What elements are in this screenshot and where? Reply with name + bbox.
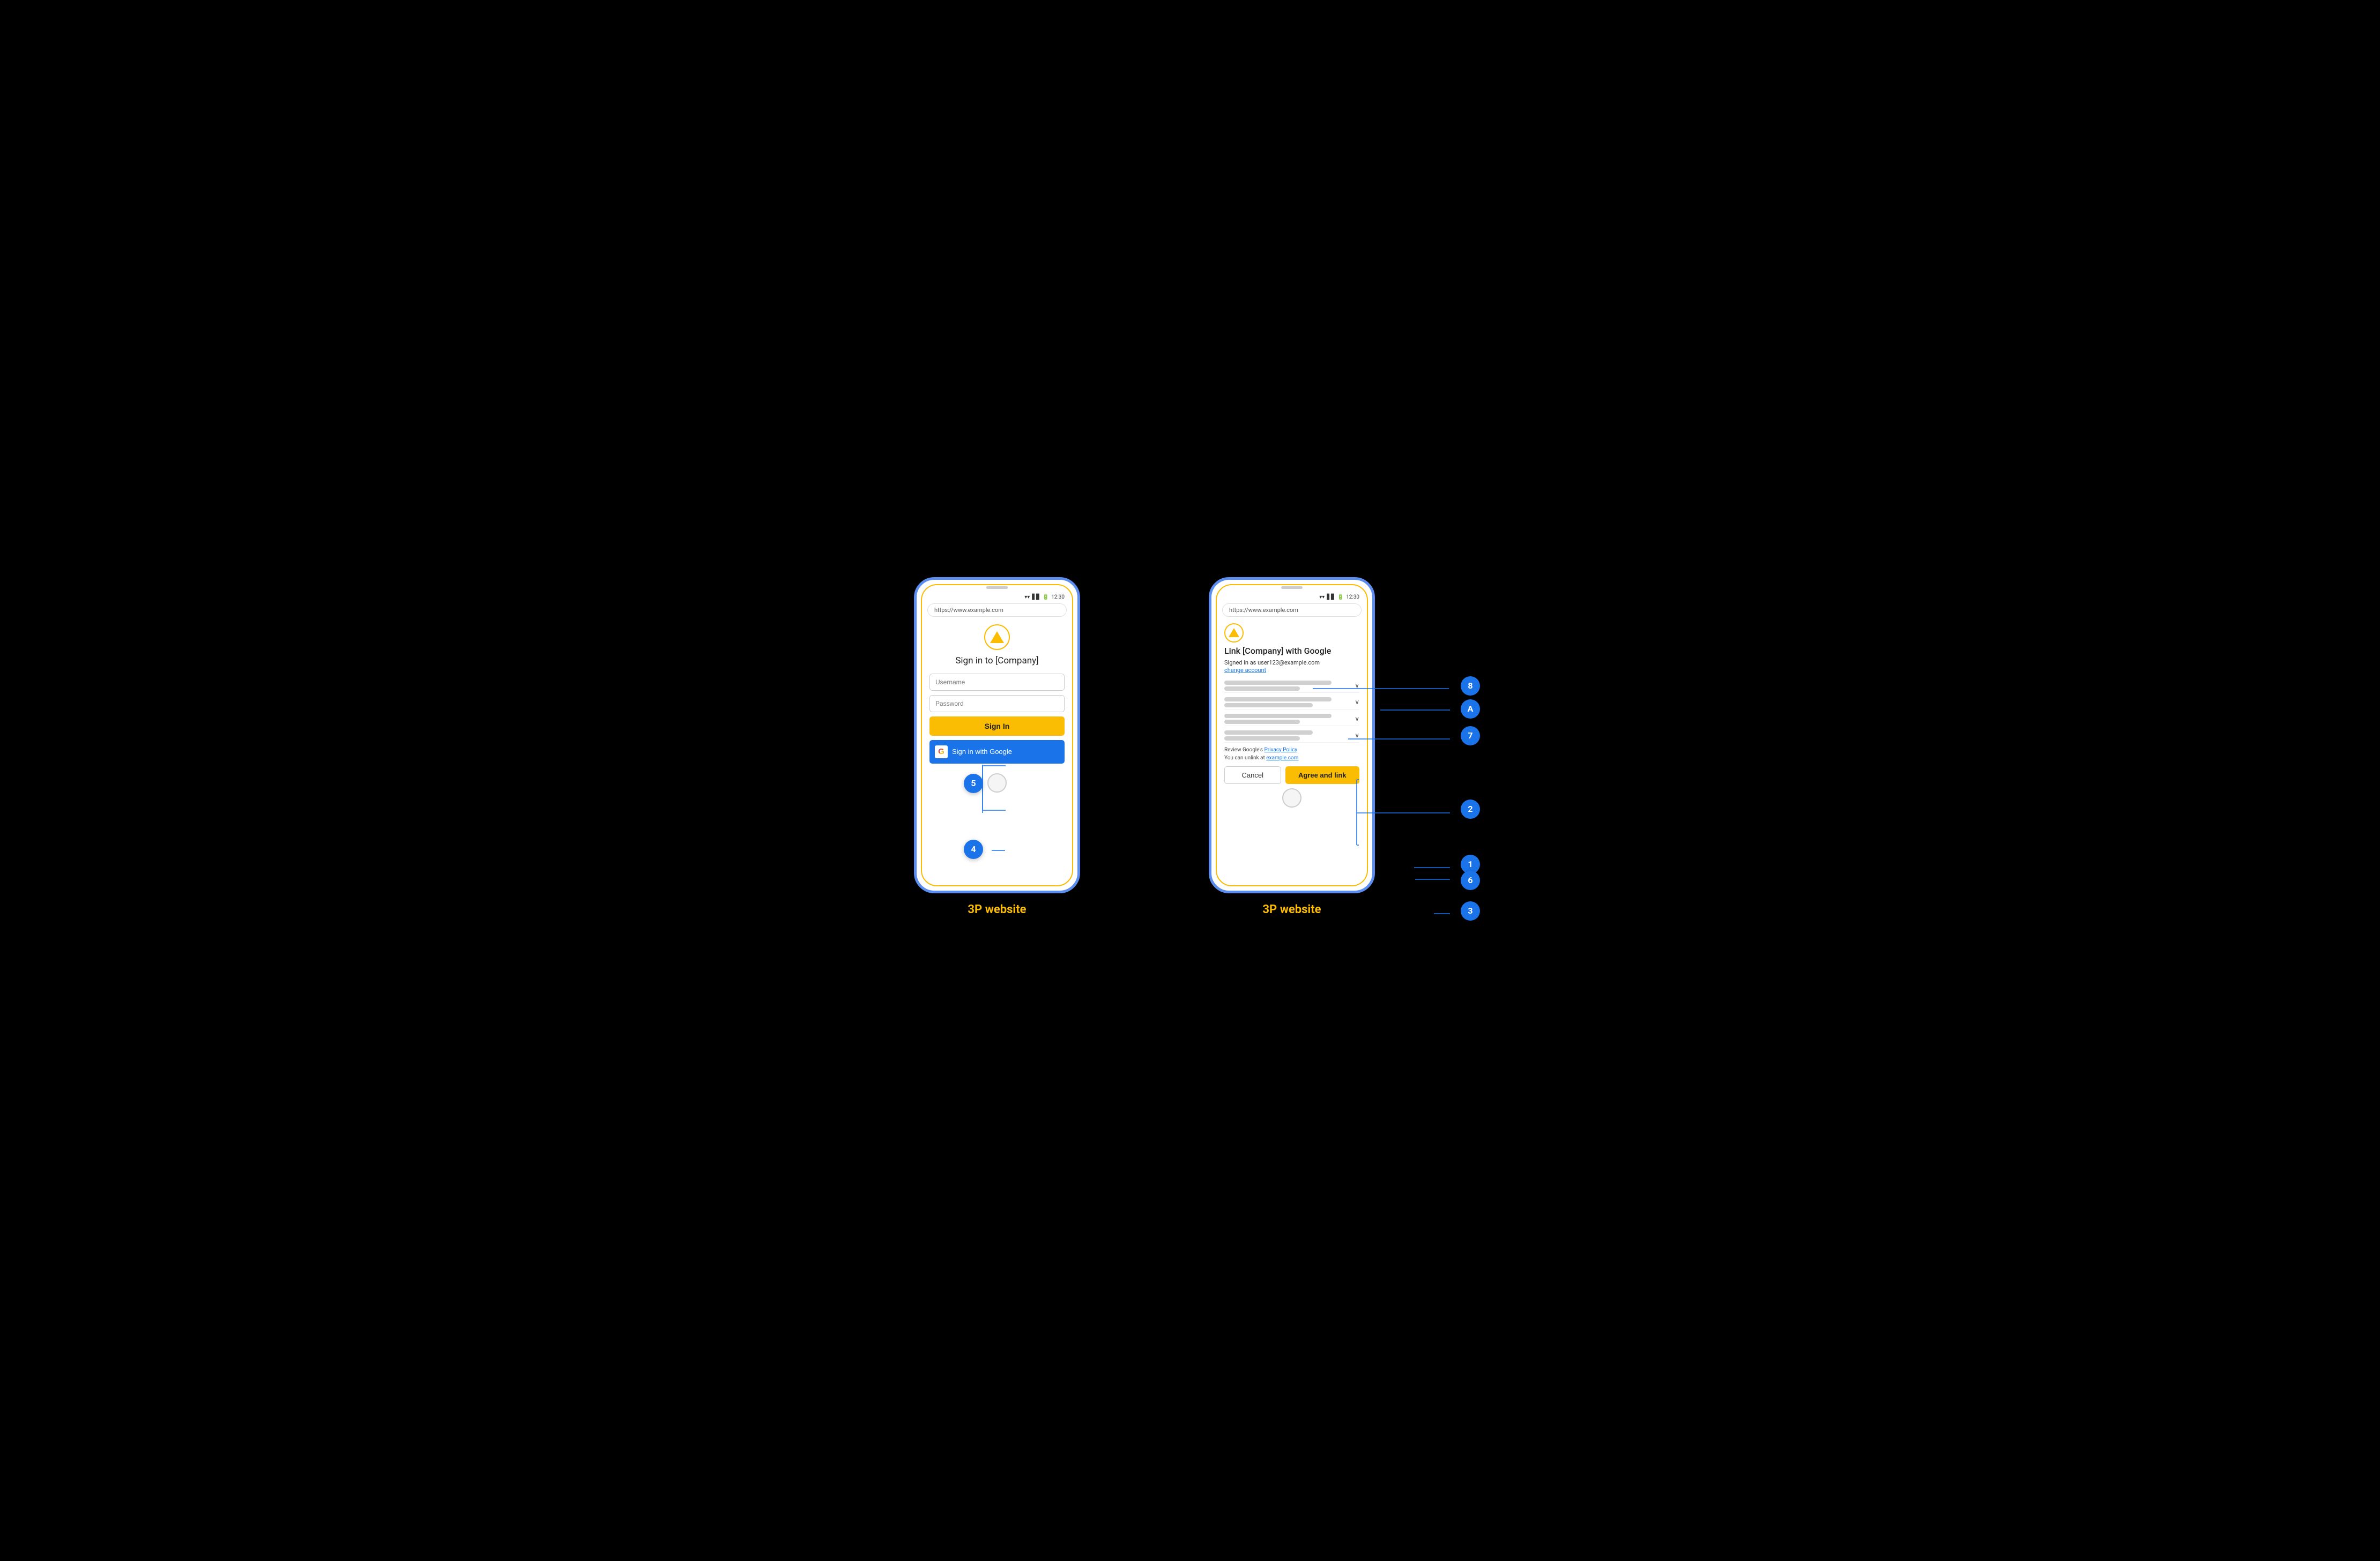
home-button-2[interactable]	[1282, 788, 1301, 808]
badge-4-label: 4	[971, 844, 976, 854]
username-field[interactable]	[929, 674, 1065, 691]
google-icon-bg: G	[935, 745, 948, 758]
review-text: Review Google's	[1224, 747, 1264, 753]
wifi-icon: ▾▾	[1024, 594, 1030, 600]
phone1-address-bar[interactable]: https://www.example.com	[927, 603, 1067, 617]
home-button-1[interactable]	[987, 773, 1007, 793]
phone2-home-wrap	[1217, 784, 1367, 808]
phone2-inner: ▾▾ ▋▊ 🔋 12:30 https://www.example.com	[1216, 584, 1368, 886]
signed-in-text: Signed in as user123@example.com	[1224, 659, 1359, 666]
unlink-link[interactable]: example.com	[1266, 755, 1298, 761]
battery-icon: 🔋	[1043, 594, 1049, 600]
battery-icon-2: 🔋	[1337, 594, 1344, 600]
perm-row-3: ∨	[1224, 712, 1359, 726]
phone1-home-wrap	[922, 764, 1072, 793]
perm-lines-4	[1224, 730, 1350, 741]
link-title-row	[1224, 623, 1359, 643]
time-display: 12:30	[1051, 594, 1065, 600]
chevron-icon-2[interactable]: ∨	[1355, 698, 1359, 706]
policy-row: Review Google's Privacy Policy You can u…	[1224, 746, 1359, 762]
chevron-icon-3[interactable]: ∨	[1355, 715, 1359, 722]
phone1-notch	[922, 585, 1072, 591]
phone1-page-title: Sign in to [Company]	[955, 655, 1038, 666]
badge-A: A	[1461, 699, 1480, 719]
phone1-status-bar: ▾▾ ▋▊ 🔋 12:30	[922, 591, 1072, 601]
perm-line	[1224, 703, 1313, 707]
notch2	[1281, 586, 1303, 589]
badge-5-label: 5	[971, 778, 976, 788]
badge-7-label: 7	[1468, 730, 1472, 741]
signin-button[interactable]: Sign In	[929, 716, 1065, 736]
perm-row-2: ∨	[1224, 696, 1359, 709]
perm-line	[1224, 720, 1300, 724]
phone1-content: Sign in to [Company] Sign In G Sign in w…	[922, 620, 1072, 764]
badge-A-label: A	[1468, 704, 1474, 714]
time-display-2: 12:30	[1346, 594, 1359, 600]
triangle-icon-2	[1229, 628, 1239, 637]
chevron-icon-1[interactable]: ∨	[1355, 682, 1359, 689]
unlink-text: You can unlink at	[1224, 755, 1266, 761]
phone2-link-content: Link [Company] with Google Signed in as …	[1217, 620, 1367, 784]
badge-3-label: 3	[1468, 906, 1472, 916]
google-button-label: Sign in with Google	[952, 748, 1012, 756]
badge-3: 3	[1461, 901, 1480, 921]
permissions-list: ∨ ∨	[1224, 679, 1359, 743]
agree-button[interactable]: Agree and link	[1285, 766, 1360, 784]
phone2-label: 3P website	[1262, 903, 1321, 916]
perm-lines-1	[1224, 681, 1350, 691]
phone1-label: 3P website	[968, 903, 1026, 916]
diagram-container: ▾▾ ▋▊ 🔋 12:30 https://www.example.com Si…	[892, 577, 1488, 984]
google-signin-button[interactable]: G Sign in with Google	[929, 740, 1065, 764]
badge-8: 8	[1461, 676, 1480, 696]
perm-line	[1224, 736, 1300, 741]
phone2: ▾▾ ▋▊ 🔋 12:30 https://www.example.com	[1209, 577, 1375, 893]
phone1-address-wrapper: https://www.example.com	[922, 601, 1072, 620]
phone1-wrapper: ▾▾ ▋▊ 🔋 12:30 https://www.example.com Si…	[914, 577, 1080, 916]
perm-row-4: ∨	[1224, 729, 1359, 743]
phone1: ▾▾ ▋▊ 🔋 12:30 https://www.example.com Si…	[914, 577, 1080, 893]
password-field[interactable]	[929, 695, 1065, 712]
phone2-notch	[1217, 585, 1367, 591]
chevron-icon-4[interactable]: ∨	[1355, 731, 1359, 739]
badge-7: 7	[1461, 726, 1480, 745]
triangle-icon	[990, 631, 1004, 643]
signal-icon-2: ▋▊	[1327, 594, 1335, 600]
change-account-link[interactable]: change account	[1224, 667, 1359, 674]
perm-lines-2	[1224, 697, 1350, 707]
google-g-icon: G	[938, 748, 944, 756]
badge-4: 4	[964, 840, 983, 859]
phone2-wrapper: ▾▾ ▋▊ 🔋 12:30 https://www.example.com	[1209, 577, 1375, 916]
perm-row-1: ∨	[1224, 679, 1359, 693]
wifi-icon-2: ▾▾	[1319, 594, 1325, 600]
phone1-logo	[984, 624, 1010, 650]
action-row: Cancel Agree and link	[1224, 766, 1359, 784]
badge-2-label: 2	[1468, 804, 1472, 814]
link-title: Link [Company] with Google	[1224, 646, 1359, 656]
badge-1-label: 1	[1468, 859, 1472, 869]
badge-6-label: 6	[1468, 875, 1472, 885]
badge-8-label: 8	[1468, 681, 1472, 691]
perm-line	[1224, 681, 1332, 685]
phone2-logo	[1224, 623, 1244, 643]
perm-line	[1224, 686, 1300, 691]
phone1-inner: ▾▾ ▋▊ 🔋 12:30 https://www.example.com Si…	[921, 584, 1073, 886]
badge-6: 6	[1461, 871, 1480, 890]
cancel-button[interactable]: Cancel	[1224, 766, 1281, 784]
privacy-policy-link[interactable]: Privacy Policy	[1264, 747, 1297, 753]
badge-5: 5	[964, 774, 983, 793]
phone2-address-bar[interactable]: https://www.example.com	[1222, 603, 1362, 617]
perm-line	[1224, 714, 1332, 718]
perm-lines-3	[1224, 714, 1350, 724]
phone2-status-bar: ▾▾ ▋▊ 🔋 12:30	[1217, 591, 1367, 601]
phone2-address-wrapper: https://www.example.com	[1217, 601, 1367, 620]
badge-2: 2	[1461, 800, 1480, 819]
perm-line	[1224, 697, 1332, 701]
notch	[986, 586, 1008, 589]
perm-line	[1224, 730, 1313, 735]
signal-icon: ▋▊	[1032, 594, 1040, 600]
